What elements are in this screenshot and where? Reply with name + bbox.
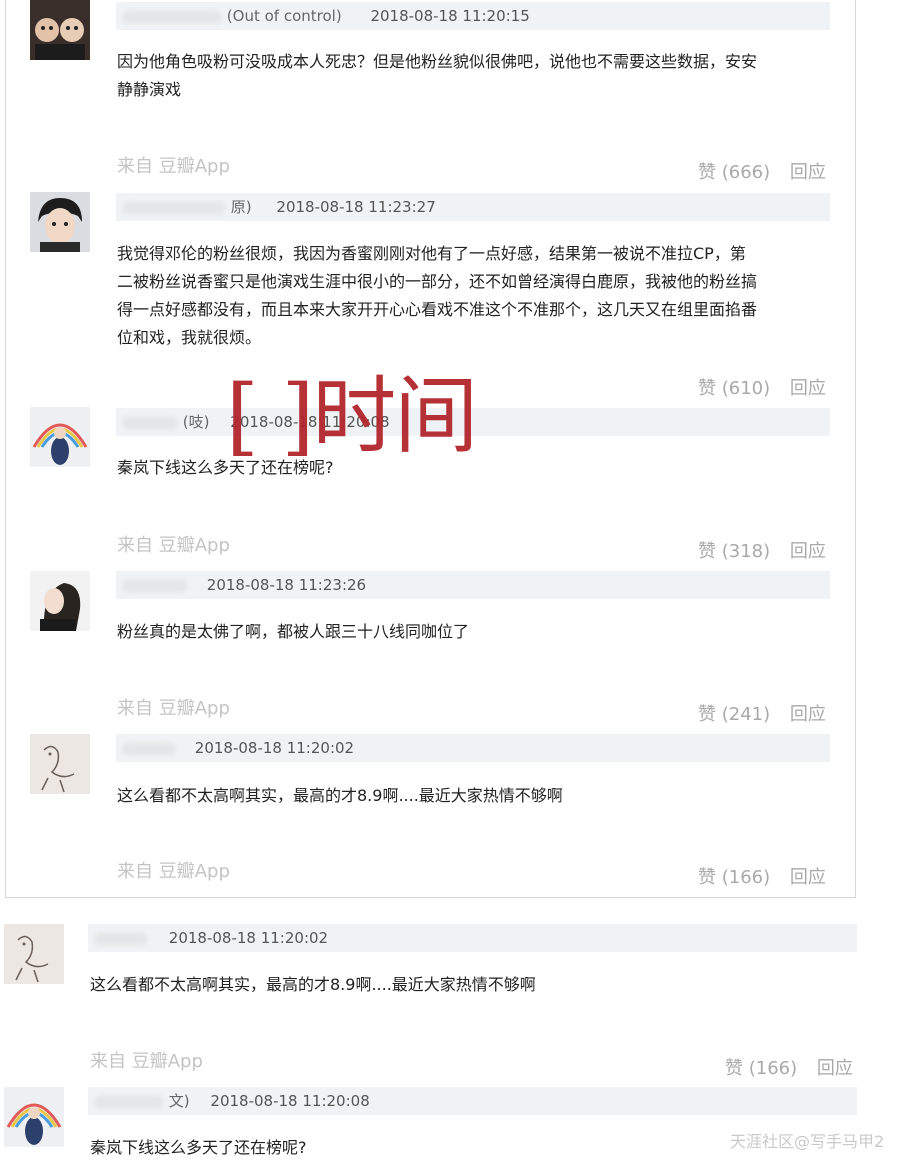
blurred-username	[122, 9, 222, 24]
avatar[interactable]	[30, 571, 90, 631]
avatar-image-icon	[4, 1087, 64, 1147]
comment-header: 2018-08-18 11:20:02	[88, 924, 857, 952]
avatar[interactable]	[30, 734, 90, 794]
source-label: 来自 豆瓣App	[90, 1051, 203, 1072]
user-tag: 文)	[168, 1092, 190, 1110]
reply-button[interactable]: 回应	[817, 1058, 853, 1079]
like-button[interactable]: 赞 (318)	[698, 541, 770, 562]
site-watermark: 天涯社区@写手马甲2	[730, 1132, 885, 1151]
blurred-username	[122, 200, 226, 215]
comment-line: 位和戏，我就很烦。	[117, 328, 262, 347]
reply-button[interactable]: 回应	[790, 162, 826, 183]
avatar-image-icon	[4, 924, 64, 984]
timestamp: 2018-08-18 11:23:26	[206, 576, 367, 594]
blurred-username	[122, 741, 176, 756]
blurred-username	[122, 578, 188, 593]
comment-line: 我觉得邓伦的粉丝很烦，我因为香蜜刚刚对他有了一点好感，结果第一被说不准拉CP，第	[117, 244, 746, 263]
comment-actions: 赞 (166) 回应	[698, 863, 826, 889]
reply-button[interactable]: 回应	[790, 541, 826, 562]
avatar-image-icon	[30, 407, 90, 467]
comment-header: 2018-08-18 11:23:26	[116, 571, 830, 599]
comment-text: 我觉得邓伦的粉丝很烦，我因为香蜜刚刚对他有了一点好感，结果第一被说不准拉CP，第…	[117, 240, 832, 352]
user-tag: (Out of control)	[226, 7, 342, 25]
comment-text: 粉丝真的是太佛了啊，都被人跟三十八线同咖位了	[117, 618, 832, 646]
timestamp: 2018-08-18 11:23:27	[276, 198, 436, 216]
comment-text: 因为他角色吸粉可没吸成本人死忠？但是他粉丝貌似很佛吧，说他也不需要这些数据，安安…	[117, 48, 832, 104]
avatar[interactable]	[4, 1087, 64, 1147]
reply-button[interactable]: 回应	[790, 704, 826, 725]
avatar[interactable]	[30, 0, 90, 60]
comment-line: 得一点好感都没有，而且本来大家开开心心看戏不准这个不准那个，这几天又在组里面掐番	[117, 300, 758, 319]
user-tag: (吱)	[182, 413, 210, 431]
like-button[interactable]: 赞 (166)	[698, 867, 770, 888]
comment-actions: 赞 (166) 回应	[725, 1054, 853, 1080]
red-annotation-stamp: [ ]时间	[226, 367, 478, 465]
avatar-image-icon	[30, 571, 90, 631]
blurred-username	[94, 931, 148, 946]
blurred-username	[94, 1094, 164, 1109]
timestamp: 2018-08-18 11:20:02	[194, 739, 355, 757]
avatar[interactable]	[4, 924, 64, 984]
comment-line: 二被粉丝说香蜜只是他演戏生涯中很小的一部分，还不如曾经演得白鹿原，我被他的粉丝搞	[117, 272, 758, 291]
comment-line: 静静演戏	[117, 80, 182, 99]
avatar-image-icon	[30, 192, 90, 252]
timestamp: 2018-08-18 11:20:08	[210, 1092, 370, 1110]
source-label: 来自 豆瓣App	[117, 156, 230, 177]
timestamp: 2018-08-18 11:20:02	[168, 929, 329, 947]
avatar[interactable]	[30, 192, 90, 252]
comment-actions: 赞 (610) 回应	[698, 374, 826, 400]
like-button[interactable]: 赞 (241)	[698, 704, 770, 725]
comment-header: 文) 2018-08-18 11:20:08	[88, 1087, 857, 1115]
reply-button[interactable]: 回应	[790, 378, 826, 399]
avatar-image-icon	[30, 734, 90, 794]
comment-line: 这么看都不太高啊其实，最高的才8.9啊....最近大家热情不够啊	[90, 975, 536, 994]
comment-line: 这么看都不太高啊其实，最高的才8.9啊....最近大家热情不够啊	[117, 786, 563, 805]
source-label: 来自 豆瓣App	[117, 535, 230, 556]
timestamp: 2018-08-18 11:20:15	[370, 7, 530, 25]
blurred-username	[122, 415, 178, 430]
comment-actions: 赞 (241) 回应	[698, 700, 826, 726]
source-label: 来自 豆瓣App	[117, 861, 230, 882]
source-label: 来自 豆瓣App	[117, 698, 230, 719]
comment-header: (Out of control) 2018-08-18 11:20:15	[116, 2, 830, 30]
like-button[interactable]: 赞 (610)	[698, 378, 770, 399]
avatar[interactable]	[30, 407, 90, 467]
comment-header: 2018-08-18 11:20:02	[116, 734, 830, 762]
comment-actions: 赞 (666) 回应	[698, 158, 826, 184]
comment-actions: 赞 (318) 回应	[698, 537, 826, 563]
reply-button[interactable]: 回应	[790, 867, 826, 888]
user-tag: 原)	[230, 198, 252, 216]
comment-text: 这么看都不太高啊其实，最高的才8.9啊....最近大家热情不够啊	[117, 782, 832, 810]
comment-text: 这么看都不太高啊其实，最高的才8.9啊....最近大家热情不够啊	[90, 971, 850, 999]
comment-line: 因为他角色吸粉可没吸成本人死忠？但是他粉丝貌似很佛吧，说他也不需要这些数据，安安	[117, 52, 758, 71]
comment-line: 粉丝真的是太佛了啊，都被人跟三十八线同咖位了	[117, 622, 470, 641]
avatar-image-icon	[30, 0, 90, 60]
comment-header: 原) 2018-08-18 11:23:27	[116, 193, 830, 221]
like-button[interactable]: 赞 (666)	[698, 162, 770, 183]
like-button[interactable]: 赞 (166)	[725, 1058, 797, 1079]
